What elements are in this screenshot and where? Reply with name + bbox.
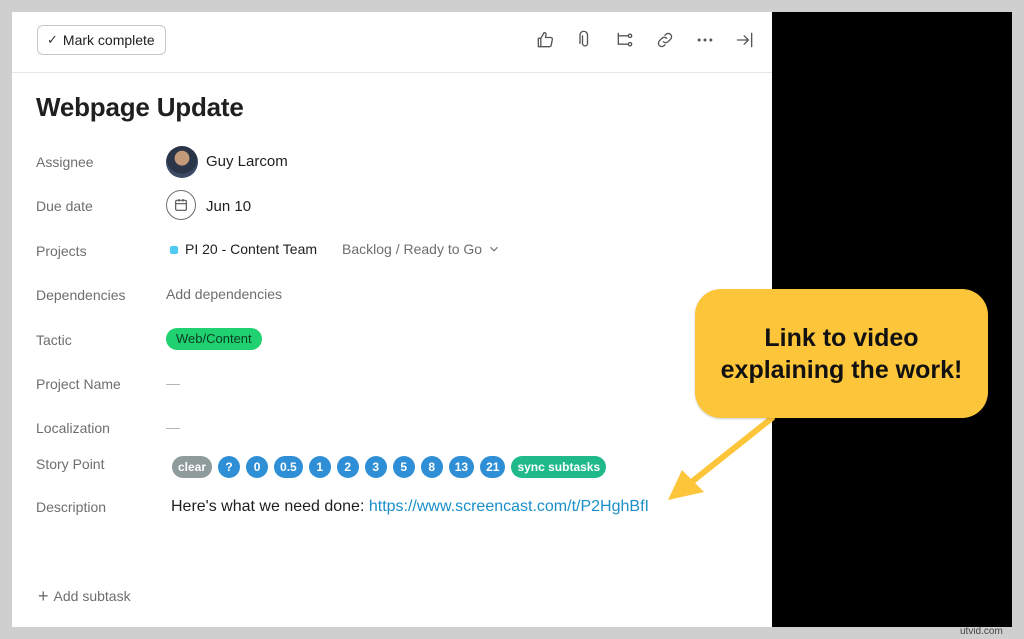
sync-subtasks-button[interactable]: sync subtasks <box>511 456 607 478</box>
description-label: Description <box>36 499 107 515</box>
watermark: utvid.com <box>960 626 1003 637</box>
localization-label: Localization <box>36 420 110 436</box>
project-color-dot <box>170 246 178 254</box>
assignee-label: Assignee <box>36 154 94 170</box>
due-date-label: Due date <box>36 198 93 214</box>
dependencies-label: Dependencies <box>36 287 126 303</box>
task-detail-panel: ✓ Mark complete Webpage Update Assignee … <box>12 12 772 627</box>
callout-arrow <box>668 415 775 500</box>
thumbs-up-icon[interactable] <box>534 29 556 51</box>
story-point-option[interactable]: 13 <box>448 456 475 478</box>
story-point-option[interactable]: ? <box>218 456 241 478</box>
add-subtask-label: Add subtask <box>53 588 131 604</box>
story-point-option[interactable]: 21 <box>480 456 506 478</box>
task-title[interactable]: Webpage Update <box>36 92 244 123</box>
subtask-icon[interactable] <box>614 29 636 51</box>
more-icon[interactable] <box>694 29 716 51</box>
projects-label: Projects <box>36 243 87 259</box>
collapse-panel-icon[interactable] <box>734 29 756 51</box>
chevron-down-icon <box>490 246 498 252</box>
description-link[interactable]: https://www.screencast.com/t/P2HghBfI <box>369 498 649 515</box>
mark-complete-button[interactable]: ✓ Mark complete <box>37 25 166 55</box>
description-text: Here's what we need done: <box>171 498 369 515</box>
callout-box: Link to video explaining the work! <box>695 289 988 418</box>
project-name-value[interactable]: — <box>166 375 180 391</box>
story-point-clear[interactable]: clear <box>172 456 213 478</box>
story-point-option[interactable]: 3 <box>364 456 387 478</box>
avatar[interactable] <box>166 146 198 178</box>
add-subtask-button[interactable]: + Add subtask <box>38 586 131 606</box>
story-point-option[interactable]: 1 <box>308 456 331 478</box>
add-dependencies-button[interactable]: Add dependencies <box>166 286 282 302</box>
story-point-option[interactable]: 2 <box>336 456 359 478</box>
story-point-option[interactable]: 5 <box>392 456 415 478</box>
assignee-name[interactable]: Guy Larcom <box>206 153 288 170</box>
localization-value[interactable]: — <box>166 419 180 435</box>
calendar-icon[interactable] <box>166 190 196 220</box>
project-section-label: Backlog / Ready to Go <box>342 241 483 257</box>
task-toolbar: ✓ Mark complete <box>12 12 772 73</box>
project-name[interactable]: PI 20 - Content Team <box>185 241 317 257</box>
callout-line-1: Link to video <box>764 323 919 352</box>
tactic-label: Tactic <box>36 332 72 348</box>
story-point-option[interactable]: 8 <box>420 456 443 478</box>
tactic-pill[interactable]: Web/Content <box>166 328 262 350</box>
story-point-option[interactable]: 0 <box>246 456 269 478</box>
story-point-option[interactable]: 0.5 <box>274 456 303 478</box>
link-icon[interactable] <box>654 29 676 51</box>
plus-icon: + <box>38 586 49 606</box>
story-point-options: clear ? 0 0.5 1 2 3 5 8 13 21 sync subta… <box>172 456 607 478</box>
callout-line-2: explaining the work! <box>720 355 963 384</box>
story-point-label: Story Point <box>36 456 105 472</box>
project-section-dropdown[interactable]: Backlog / Ready to Go <box>342 241 501 257</box>
project-name-label: Project Name <box>36 376 121 392</box>
checkmark-icon: ✓ <box>47 32 58 47</box>
due-date-value[interactable]: Jun 10 <box>206 198 251 215</box>
paperclip-icon[interactable] <box>574 29 596 51</box>
description-field[interactable]: Here's what we need done: https://www.sc… <box>171 498 649 516</box>
mark-complete-label: Mark complete <box>62 32 155 48</box>
